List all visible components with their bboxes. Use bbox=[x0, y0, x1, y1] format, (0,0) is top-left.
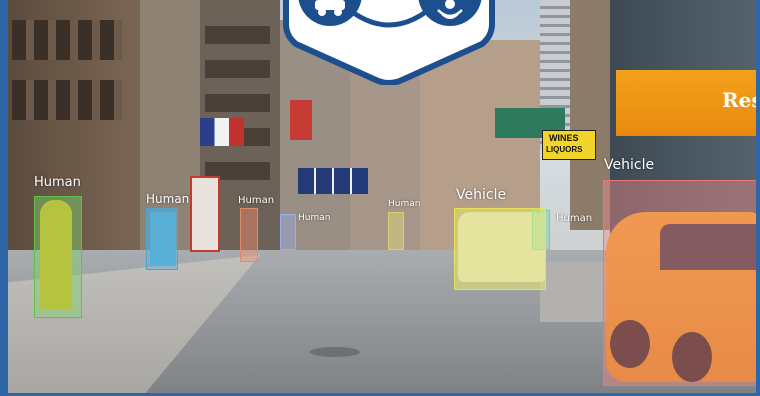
red-banner bbox=[290, 100, 312, 140]
car-icon bbox=[298, 0, 362, 26]
detection-label: Human bbox=[34, 175, 81, 190]
liquors-sign-text: LIQUORS bbox=[546, 145, 583, 154]
wines-sign-text: WINES bbox=[549, 133, 579, 143]
restaurant-sign-text: Res bbox=[722, 88, 760, 112]
detection-label: Human bbox=[388, 199, 421, 209]
flag bbox=[200, 118, 244, 146]
detection-box-human bbox=[280, 214, 296, 250]
detection-box-vehicle bbox=[603, 180, 760, 386]
detection-box-human bbox=[388, 212, 404, 250]
detection-box-human bbox=[34, 196, 82, 318]
manhole bbox=[310, 347, 360, 357]
window-row bbox=[205, 20, 270, 180]
street-scene-image: WINES LIQUORS Res Human Human Human Huma… bbox=[0, 0, 760, 396]
detection-box-human bbox=[146, 208, 178, 270]
person-wave-icon bbox=[418, 0, 482, 26]
detection-label: Human bbox=[238, 195, 275, 206]
window-row bbox=[12, 20, 122, 60]
wines-sign: WINES LIQUORS bbox=[542, 130, 596, 160]
building-left-5 bbox=[350, 60, 420, 250]
detection-box-vehicle bbox=[454, 208, 546, 290]
window-row bbox=[12, 80, 122, 120]
detection-label: Vehicle bbox=[604, 157, 655, 173]
detection-label: Human bbox=[556, 213, 593, 224]
detection-label: Vehicle bbox=[456, 187, 507, 203]
poster bbox=[190, 176, 220, 252]
detection-box-human bbox=[240, 208, 258, 262]
blue-awnings bbox=[298, 168, 368, 194]
detection-label: Human bbox=[298, 213, 331, 223]
detection-label: Human bbox=[146, 192, 190, 206]
